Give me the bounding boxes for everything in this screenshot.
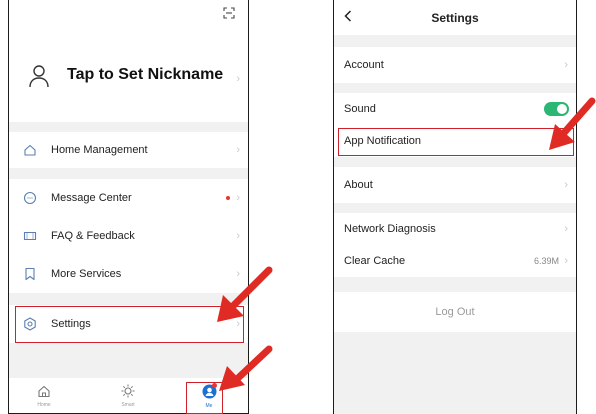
- settings-item-account[interactable]: Account ›: [334, 47, 576, 83]
- unread-dot: [226, 196, 230, 200]
- chevron-right-icon: ›: [564, 255, 568, 267]
- log-out-label: Log Out: [435, 306, 475, 318]
- settings-item-network-diagnosis[interactable]: Network Diagnosis ›: [334, 213, 576, 245]
- settings-item-clear-cache[interactable]: Clear Cache 6.39M ›: [334, 245, 576, 277]
- log-out-button[interactable]: Log Out: [334, 292, 576, 332]
- settings-highlight-box: [15, 306, 244, 343]
- house-icon: [38, 385, 50, 398]
- bookmark-icon: [25, 267, 35, 281]
- avatar-icon[interactable]: [29, 64, 49, 88]
- settings-item-label: Account: [344, 59, 384, 71]
- settings-item-label: Sound: [344, 103, 376, 115]
- nickname-text[interactable]: Tap to Set Nickname: [67, 66, 223, 84]
- settings-item-label: About: [344, 179, 373, 191]
- chevron-right-icon: ›: [564, 223, 568, 235]
- tab-label: Smart: [121, 402, 135, 408]
- menu-item-home-management[interactable]: Home Management ›: [9, 132, 248, 168]
- profile-header[interactable]: Tap to Set Nickname ›: [9, 0, 248, 122]
- settings-item-sound: Sound: [334, 93, 576, 125]
- me-screen: Tap to Set Nickname › Home Management › …: [8, 0, 249, 414]
- chevron-right-icon: ›: [564, 59, 568, 71]
- page-title: Settings: [431, 10, 479, 25]
- chevron-right-icon: ›: [236, 73, 240, 85]
- menu-item-label: Message Center: [51, 192, 132, 204]
- chevron-left-icon[interactable]: [344, 10, 352, 22]
- chevron-right-icon: ›: [564, 179, 568, 191]
- tab-label: Home: [37, 402, 51, 408]
- menu-item-label: FAQ & Feedback: [51, 230, 135, 242]
- message-icon: [23, 191, 37, 205]
- navigation-header: Settings: [334, 0, 576, 35]
- chevron-right-icon: ›: [236, 144, 240, 156]
- menu-item-faq-feedback[interactable]: FAQ & Feedback ›: [9, 217, 248, 255]
- settings-item-label: Network Diagnosis: [344, 223, 436, 235]
- chevron-right-icon: ›: [236, 192, 240, 204]
- house-icon: [24, 144, 36, 156]
- arrow-icon: [549, 97, 596, 150]
- menu-item-message-center[interactable]: Message Center ›: [9, 179, 248, 217]
- scan-icon[interactable]: [223, 7, 235, 19]
- app-notification-highlight-box: [338, 128, 574, 156]
- settings-item-about[interactable]: About ›: [334, 167, 576, 203]
- sun-icon: [121, 384, 135, 398]
- arrow-icon: [219, 345, 273, 391]
- tab-smart[interactable]: Smart: [108, 384, 148, 408]
- settings-screen: Settings Account › Sound App Notificatio…: [333, 0, 577, 414]
- settings-item-label: Clear Cache: [344, 255, 406, 267]
- chevron-right-icon: ›: [236, 230, 240, 242]
- cache-size-value: 6.39M: [533, 256, 559, 266]
- feedback-icon: [23, 231, 37, 241]
- arrow-icon: [217, 266, 273, 322]
- menu-item-label: Home Management: [51, 144, 148, 156]
- tab-home[interactable]: Home: [24, 384, 64, 408]
- menu-item-label: More Services: [51, 268, 122, 280]
